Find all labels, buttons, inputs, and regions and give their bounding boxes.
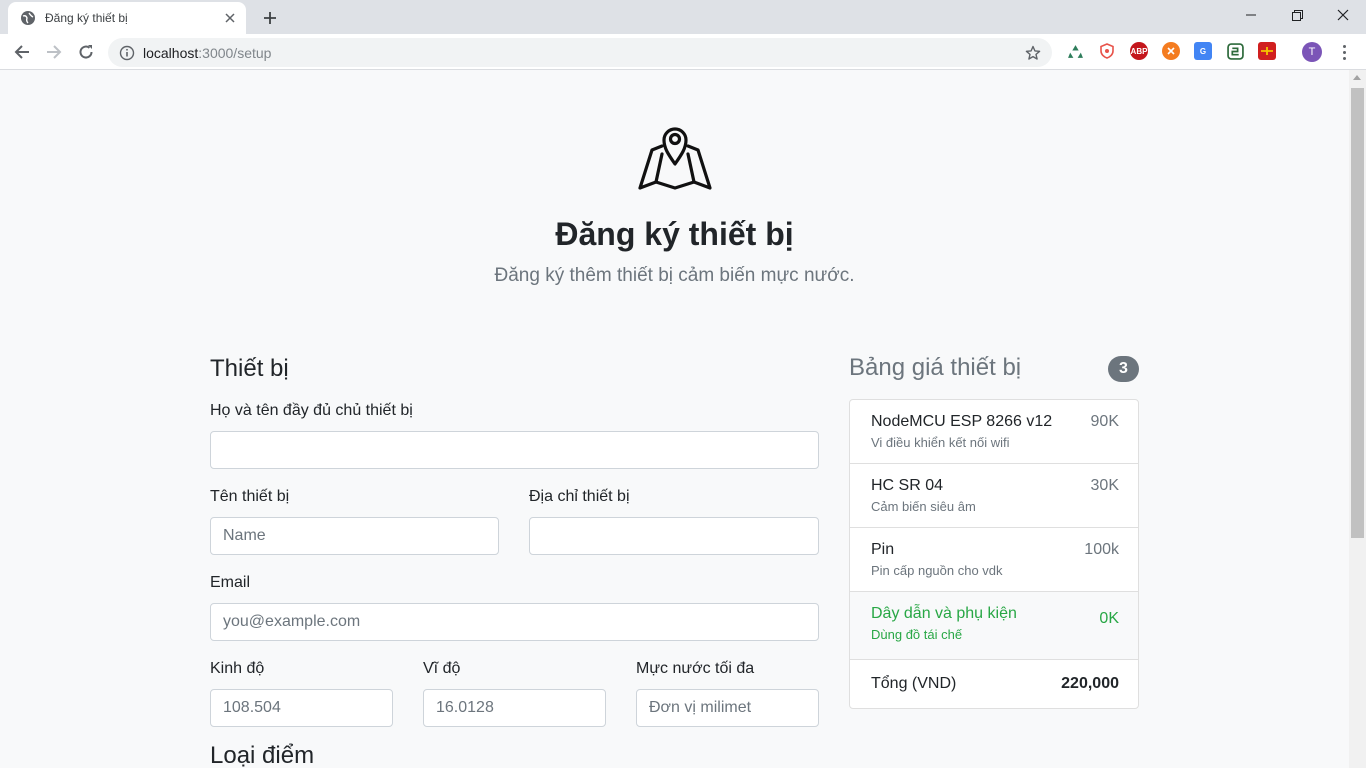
reload-button[interactable] bbox=[72, 38, 100, 66]
item-name: Pin bbox=[871, 541, 895, 558]
point-type-section-title: Loại điểm bbox=[210, 742, 315, 768]
device-name-label: Tên thiết bị bbox=[210, 488, 290, 505]
minimize-button[interactable] bbox=[1228, 0, 1274, 30]
close-tab-icon[interactable] bbox=[222, 10, 238, 26]
item-description: Vi điều khiển kết nối wifi bbox=[871, 435, 1010, 450]
browser-tab[interactable]: Đăng ký thiết bị bbox=[8, 2, 246, 34]
list-item: NodeMCU ESP 8266 v12 Vi điều khiển kết n… bbox=[850, 400, 1138, 464]
item-description: Cảm biến siêu âm bbox=[871, 499, 976, 514]
longitude-input[interactable] bbox=[210, 689, 393, 727]
price-list: NodeMCU ESP 8266 v12 Vi điều khiển kết n… bbox=[849, 399, 1139, 709]
owner-label: Họ và tên đầy đủ chủ thiết bị bbox=[210, 402, 413, 419]
restore-button[interactable] bbox=[1274, 0, 1320, 30]
latitude-input[interactable] bbox=[423, 689, 606, 727]
arrow-left-icon bbox=[14, 45, 29, 59]
total-label: Tổng (VND) bbox=[871, 675, 957, 692]
globe-icon bbox=[20, 10, 36, 26]
page-content: Đăng ký thiết bị Đăng ký thêm thiết bị c… bbox=[0, 70, 1349, 768]
item-name: NodeMCU ESP 8266 v12 bbox=[871, 413, 1053, 430]
page-lead: Đăng ký thêm thiết bị cảm biến mực nước. bbox=[494, 265, 855, 286]
info-icon[interactable] bbox=[119, 45, 135, 61]
total-row: Tổng (VND) 220,000 bbox=[850, 660, 1138, 708]
item-description: Pin cấp nguồn cho vdk bbox=[871, 563, 1003, 578]
price-list-title: Bảng giá thiết bị bbox=[849, 354, 1022, 381]
item-description: Dùng đồ tái chế bbox=[871, 627, 963, 642]
item-price: 100k bbox=[1084, 541, 1119, 558]
item-count-badge: 3 bbox=[1108, 356, 1139, 382]
reload-icon bbox=[79, 45, 93, 59]
translate-icon[interactable]: G bbox=[1194, 42, 1212, 60]
url-text: localhost:3000/setup bbox=[143, 44, 272, 61]
browser-menu-icon[interactable] bbox=[1335, 42, 1353, 62]
scrollbar-thumb[interactable] bbox=[1351, 88, 1364, 538]
tab-title: Đăng ký thiết bị bbox=[45, 11, 128, 25]
close-window-button[interactable] bbox=[1320, 0, 1366, 30]
item-price: 30K bbox=[1090, 477, 1119, 494]
red-extension-icon[interactable] bbox=[1258, 42, 1276, 60]
map-marker-icon bbox=[638, 127, 712, 190]
arrow-right-icon bbox=[47, 45, 62, 59]
list-item: Pin Pin cấp nguồn cho vdk 100k bbox=[850, 528, 1138, 592]
longitude-label: Kinh độ bbox=[210, 660, 265, 677]
vertical-scrollbar[interactable] bbox=[1349, 70, 1366, 768]
device-name-input[interactable] bbox=[210, 517, 499, 555]
item-name: HC SR 04 bbox=[871, 477, 944, 494]
list-item-promo: Dây dẫn và phụ kiện Dùng đồ tái chế 0K bbox=[850, 592, 1138, 660]
device-section-title: Thiết bị bbox=[210, 355, 289, 382]
shield-icon[interactable] bbox=[1098, 42, 1116, 60]
item-price: 0K bbox=[1099, 610, 1119, 627]
tab-strip: Đăng ký thiết bị bbox=[0, 0, 1366, 34]
abp-icon[interactable]: ABP bbox=[1130, 42, 1148, 60]
scroll-up-arrow-icon[interactable] bbox=[1353, 75, 1361, 80]
new-tab-button[interactable] bbox=[258, 6, 282, 30]
item-price: 90K bbox=[1090, 413, 1119, 430]
max-level-label: Mực nước tối đa bbox=[636, 660, 755, 677]
address-bar[interactable]: localhost:3000/setup bbox=[108, 38, 1052, 67]
total-value: 220,000 bbox=[1061, 675, 1119, 692]
extension-2-icon[interactable] bbox=[1226, 42, 1244, 60]
list-item: HC SR 04 Cảm biến siêu âm 30K bbox=[850, 464, 1138, 528]
item-name: Dây dẫn và phụ kiện bbox=[871, 605, 1017, 622]
email-input[interactable] bbox=[210, 603, 819, 641]
bookmark-star-icon[interactable] bbox=[1023, 43, 1043, 63]
browser-toolbar: localhost:3000/setup ABP G T bbox=[0, 34, 1366, 70]
device-address-input[interactable] bbox=[529, 517, 819, 555]
latitude-label: Vĩ độ bbox=[423, 660, 461, 677]
profile-avatar[interactable]: T bbox=[1302, 42, 1322, 62]
forward-button[interactable] bbox=[40, 38, 68, 66]
orange-circle-icon[interactable] bbox=[1162, 42, 1180, 60]
device-address-label: Địa chỉ thiết bị bbox=[529, 488, 630, 505]
page-title: Đăng ký thiết bị bbox=[555, 216, 794, 252]
owner-name-input[interactable] bbox=[210, 431, 819, 469]
recycle-icon[interactable] bbox=[1066, 42, 1084, 60]
max-level-input[interactable] bbox=[636, 689, 819, 727]
email-label: Email bbox=[210, 574, 251, 591]
back-button[interactable] bbox=[8, 38, 36, 66]
